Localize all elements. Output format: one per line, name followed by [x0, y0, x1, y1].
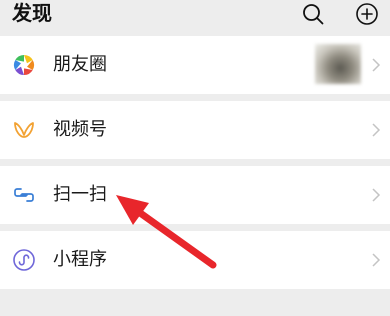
scan-group: 扫一扫 — [0, 166, 390, 224]
menu-item-label: 视频号 — [53, 119, 107, 140]
menu-item-scan[interactable]: 扫一扫 — [0, 166, 390, 224]
page-title: 发现 — [12, 1, 52, 25]
mini-program-group: 小程序 — [0, 231, 390, 289]
plus-circle-icon — [356, 3, 378, 25]
menu-item-label: 朋友圈 — [53, 54, 107, 75]
moments-aperture-icon — [13, 54, 35, 76]
menu-item-channels[interactable]: 视频号 — [0, 101, 390, 159]
menu-item-label: 扫一扫 — [53, 184, 107, 205]
scan-icon — [14, 188, 34, 202]
moments-preview-thumbnail — [315, 44, 361, 84]
menu-item-label: 小程序 — [53, 249, 107, 270]
top-bar: 发现 — [0, 0, 390, 30]
add-button[interactable] — [355, 2, 379, 26]
mini-program-icon — [13, 249, 35, 271]
menu-item-mini-program[interactable]: 小程序 — [0, 231, 390, 289]
chevron-right-icon — [372, 58, 381, 72]
moments-group: 朋友圈 — [0, 36, 390, 94]
channels-group: 视频号 — [0, 101, 390, 159]
search-icon — [303, 4, 324, 25]
channels-icon — [14, 122, 34, 138]
chevron-right-icon — [372, 188, 381, 202]
chevron-right-icon — [372, 123, 381, 137]
search-button[interactable] — [301, 2, 325, 26]
menu-item-moments[interactable]: 朋友圈 — [0, 36, 390, 94]
chevron-right-icon — [372, 253, 381, 267]
discover-page: 发现 朋友圈 视频号 扫一扫 小程序 — [0, 0, 390, 316]
